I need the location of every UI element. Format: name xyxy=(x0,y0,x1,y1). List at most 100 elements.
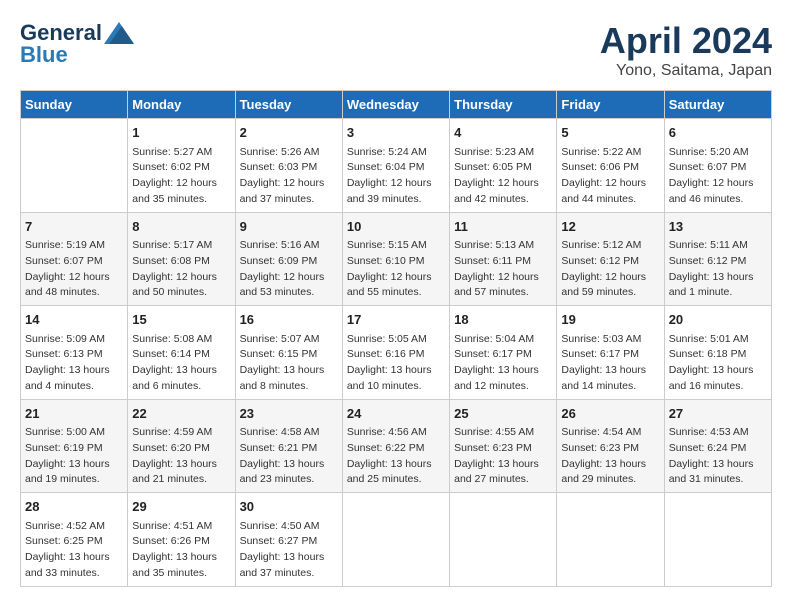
calendar-cell: 15Sunrise: 5:08 AM Sunset: 6:14 PM Dayli… xyxy=(128,306,235,400)
day-number: 17 xyxy=(347,310,445,330)
calendar-cell xyxy=(21,119,128,213)
logo-icon xyxy=(104,22,134,44)
calendar-cell: 5Sunrise: 5:22 AM Sunset: 6:06 PM Daylig… xyxy=(557,119,664,213)
calendar-cell: 22Sunrise: 4:59 AM Sunset: 6:20 PM Dayli… xyxy=(128,399,235,493)
day-number: 15 xyxy=(132,310,230,330)
calendar-cell: 29Sunrise: 4:51 AM Sunset: 6:26 PM Dayli… xyxy=(128,493,235,587)
day-info: Sunrise: 5:20 AM Sunset: 6:07 PM Dayligh… xyxy=(669,145,767,208)
calendar-week-row: 28Sunrise: 4:52 AM Sunset: 6:25 PM Dayli… xyxy=(21,493,772,587)
day-number: 19 xyxy=(561,310,659,330)
day-number: 7 xyxy=(25,217,123,237)
title-block: April 2024 Yono, Saitama, Japan xyxy=(600,20,772,80)
weekday-header-monday: Monday xyxy=(128,91,235,119)
calendar-cell: 24Sunrise: 4:56 AM Sunset: 6:22 PM Dayli… xyxy=(342,399,449,493)
calendar-week-row: 7Sunrise: 5:19 AM Sunset: 6:07 PM Daylig… xyxy=(21,212,772,306)
day-info: Sunrise: 5:15 AM Sunset: 6:10 PM Dayligh… xyxy=(347,238,445,301)
calendar-cell: 16Sunrise: 5:07 AM Sunset: 6:15 PM Dayli… xyxy=(235,306,342,400)
logo: General Blue xyxy=(20,20,134,68)
calendar-week-row: 1Sunrise: 5:27 AM Sunset: 6:02 PM Daylig… xyxy=(21,119,772,213)
day-number: 6 xyxy=(669,123,767,143)
day-number: 8 xyxy=(132,217,230,237)
day-number: 13 xyxy=(669,217,767,237)
day-number: 9 xyxy=(240,217,338,237)
day-info: Sunrise: 4:56 AM Sunset: 6:22 PM Dayligh… xyxy=(347,425,445,488)
day-number: 4 xyxy=(454,123,552,143)
day-number: 24 xyxy=(347,404,445,424)
calendar-cell: 2Sunrise: 5:26 AM Sunset: 6:03 PM Daylig… xyxy=(235,119,342,213)
day-number: 25 xyxy=(454,404,552,424)
day-number: 12 xyxy=(561,217,659,237)
day-info: Sunrise: 4:55 AM Sunset: 6:23 PM Dayligh… xyxy=(454,425,552,488)
day-number: 22 xyxy=(132,404,230,424)
calendar-cell: 27Sunrise: 4:53 AM Sunset: 6:24 PM Dayli… xyxy=(664,399,771,493)
day-info: Sunrise: 5:27 AM Sunset: 6:02 PM Dayligh… xyxy=(132,145,230,208)
weekday-header-friday: Friday xyxy=(557,91,664,119)
day-info: Sunrise: 5:08 AM Sunset: 6:14 PM Dayligh… xyxy=(132,332,230,395)
day-info: Sunrise: 5:23 AM Sunset: 6:05 PM Dayligh… xyxy=(454,145,552,208)
calendar-cell xyxy=(664,493,771,587)
calendar-cell: 3Sunrise: 5:24 AM Sunset: 6:04 PM Daylig… xyxy=(342,119,449,213)
day-number: 1 xyxy=(132,123,230,143)
day-number: 29 xyxy=(132,497,230,517)
day-number: 21 xyxy=(25,404,123,424)
calendar-week-row: 21Sunrise: 5:00 AM Sunset: 6:19 PM Dayli… xyxy=(21,399,772,493)
weekday-header-saturday: Saturday xyxy=(664,91,771,119)
day-info: Sunrise: 5:13 AM Sunset: 6:11 PM Dayligh… xyxy=(454,238,552,301)
calendar-cell: 7Sunrise: 5:19 AM Sunset: 6:07 PM Daylig… xyxy=(21,212,128,306)
day-info: Sunrise: 5:03 AM Sunset: 6:17 PM Dayligh… xyxy=(561,332,659,395)
calendar-cell: 18Sunrise: 5:04 AM Sunset: 6:17 PM Dayli… xyxy=(450,306,557,400)
calendar-cell: 17Sunrise: 5:05 AM Sunset: 6:16 PM Dayli… xyxy=(342,306,449,400)
day-info: Sunrise: 5:24 AM Sunset: 6:04 PM Dayligh… xyxy=(347,145,445,208)
day-info: Sunrise: 5:01 AM Sunset: 6:18 PM Dayligh… xyxy=(669,332,767,395)
day-info: Sunrise: 4:54 AM Sunset: 6:23 PM Dayligh… xyxy=(561,425,659,488)
calendar-week-row: 14Sunrise: 5:09 AM Sunset: 6:13 PM Dayli… xyxy=(21,306,772,400)
day-number: 11 xyxy=(454,217,552,237)
day-info: Sunrise: 4:50 AM Sunset: 6:27 PM Dayligh… xyxy=(240,519,338,582)
day-number: 26 xyxy=(561,404,659,424)
day-number: 23 xyxy=(240,404,338,424)
calendar-header-row: SundayMondayTuesdayWednesdayThursdayFrid… xyxy=(21,91,772,119)
weekday-header-thursday: Thursday xyxy=(450,91,557,119)
calendar-cell xyxy=(342,493,449,587)
day-number: 10 xyxy=(347,217,445,237)
weekday-header-sunday: Sunday xyxy=(21,91,128,119)
day-info: Sunrise: 5:00 AM Sunset: 6:19 PM Dayligh… xyxy=(25,425,123,488)
calendar-cell: 12Sunrise: 5:12 AM Sunset: 6:12 PM Dayli… xyxy=(557,212,664,306)
calendar-cell: 26Sunrise: 4:54 AM Sunset: 6:23 PM Dayli… xyxy=(557,399,664,493)
calendar-cell: 23Sunrise: 4:58 AM Sunset: 6:21 PM Dayli… xyxy=(235,399,342,493)
calendar-cell xyxy=(557,493,664,587)
day-info: Sunrise: 5:19 AM Sunset: 6:07 PM Dayligh… xyxy=(25,238,123,301)
calendar-cell: 25Sunrise: 4:55 AM Sunset: 6:23 PM Dayli… xyxy=(450,399,557,493)
day-info: Sunrise: 4:51 AM Sunset: 6:26 PM Dayligh… xyxy=(132,519,230,582)
day-info: Sunrise: 5:12 AM Sunset: 6:12 PM Dayligh… xyxy=(561,238,659,301)
day-info: Sunrise: 5:26 AM Sunset: 6:03 PM Dayligh… xyxy=(240,145,338,208)
day-info: Sunrise: 4:58 AM Sunset: 6:21 PM Dayligh… xyxy=(240,425,338,488)
calendar-cell: 20Sunrise: 5:01 AM Sunset: 6:18 PM Dayli… xyxy=(664,306,771,400)
day-number: 27 xyxy=(669,404,767,424)
page-subtitle: Yono, Saitama, Japan xyxy=(600,62,772,80)
calendar-cell: 21Sunrise: 5:00 AM Sunset: 6:19 PM Dayli… xyxy=(21,399,128,493)
day-info: Sunrise: 5:22 AM Sunset: 6:06 PM Dayligh… xyxy=(561,145,659,208)
calendar-cell: 6Sunrise: 5:20 AM Sunset: 6:07 PM Daylig… xyxy=(664,119,771,213)
day-number: 2 xyxy=(240,123,338,143)
calendar-cell: 19Sunrise: 5:03 AM Sunset: 6:17 PM Dayli… xyxy=(557,306,664,400)
calendar-cell: 10Sunrise: 5:15 AM Sunset: 6:10 PM Dayli… xyxy=(342,212,449,306)
day-info: Sunrise: 5:09 AM Sunset: 6:13 PM Dayligh… xyxy=(25,332,123,395)
day-info: Sunrise: 5:16 AM Sunset: 6:09 PM Dayligh… xyxy=(240,238,338,301)
calendar-cell: 8Sunrise: 5:17 AM Sunset: 6:08 PM Daylig… xyxy=(128,212,235,306)
day-info: Sunrise: 4:52 AM Sunset: 6:25 PM Dayligh… xyxy=(25,519,123,582)
day-info: Sunrise: 5:17 AM Sunset: 6:08 PM Dayligh… xyxy=(132,238,230,301)
logo-blue: Blue xyxy=(20,42,68,68)
day-number: 5 xyxy=(561,123,659,143)
weekday-header-tuesday: Tuesday xyxy=(235,91,342,119)
day-info: Sunrise: 5:04 AM Sunset: 6:17 PM Dayligh… xyxy=(454,332,552,395)
day-number: 3 xyxy=(347,123,445,143)
day-number: 20 xyxy=(669,310,767,330)
calendar-cell: 13Sunrise: 5:11 AM Sunset: 6:12 PM Dayli… xyxy=(664,212,771,306)
calendar-cell: 30Sunrise: 4:50 AM Sunset: 6:27 PM Dayli… xyxy=(235,493,342,587)
calendar-cell: 28Sunrise: 4:52 AM Sunset: 6:25 PM Dayli… xyxy=(21,493,128,587)
calendar-cell: 14Sunrise: 5:09 AM Sunset: 6:13 PM Dayli… xyxy=(21,306,128,400)
calendar-cell: 1Sunrise: 5:27 AM Sunset: 6:02 PM Daylig… xyxy=(128,119,235,213)
day-number: 30 xyxy=(240,497,338,517)
day-info: Sunrise: 4:53 AM Sunset: 6:24 PM Dayligh… xyxy=(669,425,767,488)
